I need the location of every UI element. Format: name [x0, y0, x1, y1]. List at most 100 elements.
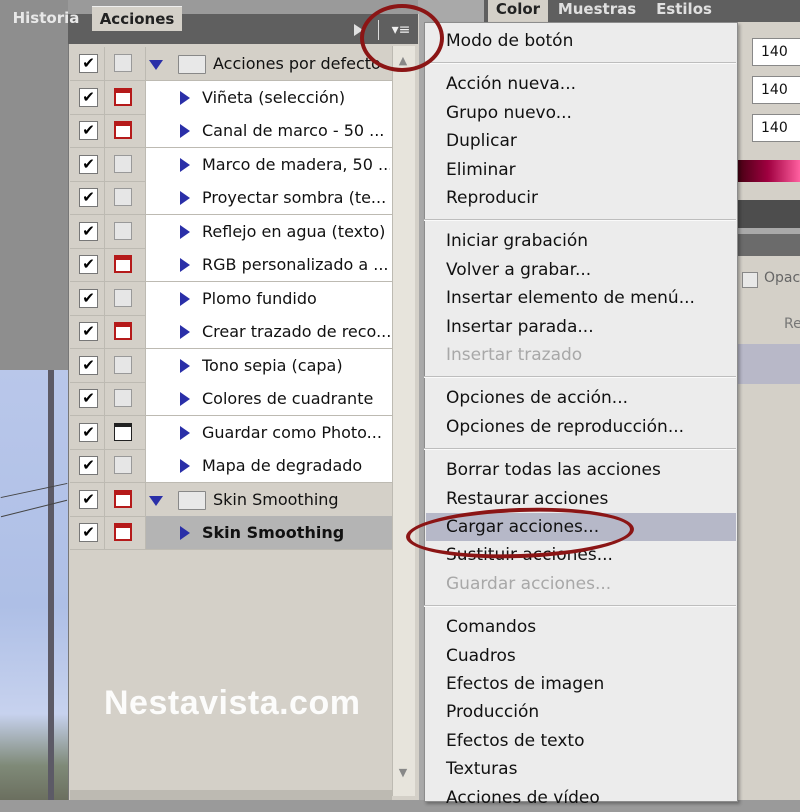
menu-item[interactable]: Opciones de reproducción...	[446, 413, 684, 441]
expand-arrow-icon[interactable]	[180, 258, 190, 272]
toggle-item-checkbox[interactable]: ✔	[79, 87, 98, 107]
dialog-toggle-icon[interactable]	[114, 322, 132, 340]
dialog-toggle-icon[interactable]	[114, 154, 132, 173]
actions-scrollbar[interactable]	[392, 46, 415, 796]
tab-acciones[interactable]: Acciones	[92, 6, 182, 31]
menu-item[interactable]: Efectos de texto	[446, 727, 584, 755]
toggle-item-checkbox[interactable]: ✔	[79, 154, 98, 174]
menu-item[interactable]: Iniciar grabación	[446, 227, 588, 255]
toggle-item-checkbox[interactable]: ✔	[79, 489, 98, 509]
expand-arrow-icon[interactable]	[149, 60, 163, 70]
panel-header	[736, 200, 800, 228]
expand-arrow-icon[interactable]	[180, 191, 190, 205]
menu-item[interactable]: Volver a grabar...	[446, 256, 591, 284]
menu-item[interactable]: Modo de botón	[446, 27, 573, 55]
menu-item[interactable]: Eliminar	[446, 156, 516, 184]
expand-arrow-icon[interactable]	[180, 459, 190, 473]
dialog-toggle-icon[interactable]	[114, 221, 132, 240]
menu-item[interactable]: Insertar elemento de menú...	[446, 284, 695, 312]
action-row[interactable]: ✔ Plomo fundido	[70, 281, 392, 316]
dialog-toggle-icon[interactable]	[114, 355, 132, 374]
expand-arrow-icon[interactable]	[180, 392, 190, 406]
action-label: Plomo fundido	[202, 288, 317, 308]
menu-item[interactable]: Duplicar	[446, 127, 517, 155]
expand-arrow-icon[interactable]	[180, 291, 190, 306]
dialog-toggle-icon[interactable]	[114, 54, 132, 72]
color-value-b[interactable]: 140	[752, 114, 800, 142]
menu-item[interactable]: Acciones de vídeo	[446, 784, 600, 812]
action-row[interactable]: ✔ Reflejo en agua (texto)	[70, 214, 392, 249]
action-label: Reflejo en agua (texto)	[202, 221, 386, 241]
menu-item[interactable]: Grupo nuevo...	[446, 99, 572, 127]
toggle-item-checkbox[interactable]: ✔	[79, 422, 98, 442]
action-row[interactable]: ✔ Marco de madera, 50 ...	[70, 147, 392, 182]
dialog-toggle-icon[interactable]	[114, 523, 132, 541]
action-row[interactable]: ✔ Mapa de degradado	[70, 449, 392, 483]
expand-arrow-icon[interactable]	[180, 224, 190, 239]
expand-arrow-icon[interactable]	[180, 90, 190, 105]
action-row[interactable]: ✔ Canal de marco - 50 ...	[70, 114, 392, 148]
expand-arrow-icon[interactable]	[180, 526, 190, 540]
action-set-row[interactable]: ✔ Skin Smoothing	[70, 482, 392, 517]
dialog-toggle-icon[interactable]	[114, 456, 132, 474]
action-row[interactable]: ✔ RGB personalizado a ...	[70, 248, 392, 282]
menu-item[interactable]: Cuadros	[446, 642, 516, 670]
menu-item[interactable]: Reproducir	[446, 184, 538, 212]
dialog-toggle-icon[interactable]	[114, 422, 132, 441]
tab-estilos[interactable]: Estilos	[650, 0, 718, 22]
toggle-item-checkbox[interactable]: ✔	[79, 121, 98, 140]
scroll-down-arrow-icon[interactable]: ▼	[394, 764, 412, 782]
dialog-toggle-icon[interactable]	[114, 255, 132, 273]
dialog-toggle-icon[interactable]	[114, 489, 132, 508]
expand-arrow-icon[interactable]	[180, 157, 190, 172]
menu-item[interactable]: Acción nueva...	[446, 70, 576, 98]
expand-arrow-icon[interactable]	[180, 325, 190, 339]
tab-muestras[interactable]: Muestras	[552, 0, 642, 22]
toggle-item-checkbox[interactable]: ✔	[79, 288, 98, 308]
expand-arrow-icon[interactable]	[180, 425, 190, 440]
color-value-g[interactable]: 140	[752, 76, 800, 104]
toggle-item-checkbox[interactable]: ✔	[79, 389, 98, 408]
toggle-item-checkbox[interactable]: ✔	[79, 322, 98, 341]
action-row[interactable]: ✔ Viñeta (selección)	[70, 80, 392, 115]
action-label: Marco de madera, 50 ...	[202, 154, 390, 174]
action-label: Guardar como Photo...	[202, 422, 382, 442]
dialog-toggle-icon[interactable]	[114, 288, 132, 307]
action-row[interactable]: ✔ Tono sepia (capa)	[70, 348, 392, 383]
action-row[interactable]: ✔ Guardar como Photo...	[70, 415, 392, 450]
color-value-r[interactable]: 140	[752, 38, 800, 66]
menu-item[interactable]: Opciones de acción...	[446, 384, 628, 412]
dialog-toggle-icon[interactable]	[114, 188, 132, 206]
action-row[interactable]: ✔ Skin Smoothing	[70, 516, 392, 550]
toggle-item-checkbox[interactable]: ✔	[79, 523, 98, 542]
menu-item[interactable]: Texturas	[446, 755, 517, 783]
lock-checkbox[interactable]	[742, 272, 758, 288]
toggle-item-checkbox[interactable]: ✔	[79, 255, 98, 274]
workspace-background	[0, 0, 68, 370]
menu-item[interactable]: Borrar todas las acciones	[446, 456, 661, 484]
layer-row[interactable]	[736, 344, 800, 384]
menu-item[interactable]: Comandos	[446, 613, 536, 641]
menu-item[interactable]: Insertar parada...	[446, 313, 594, 341]
action-row[interactable]: ✔ Crear trazado de reco...	[70, 315, 392, 349]
expand-arrow-icon[interactable]	[180, 358, 190, 373]
action-row[interactable]: ✔ Proyectar sombra (te...	[70, 181, 392, 215]
action-set-row[interactable]: ✔ Acciones por defecto	[70, 47, 392, 81]
action-row[interactable]: ✔ Colores de cuadrante	[70, 382, 392, 416]
menu-item[interactable]: Efectos de imagen	[446, 670, 604, 698]
color-ramp[interactable]	[736, 160, 800, 182]
dialog-toggle-icon[interactable]	[114, 87, 132, 106]
expand-arrow-icon[interactable]	[180, 124, 190, 138]
toggle-item-checkbox[interactable]: ✔	[79, 221, 98, 241]
toggle-item-checkbox[interactable]: ✔	[79, 188, 98, 207]
tab-color[interactable]: Color	[488, 0, 548, 22]
tab-historia[interactable]: Historia	[6, 6, 86, 30]
dialog-toggle-icon[interactable]	[114, 389, 132, 407]
menu-item[interactable]: Producción	[446, 698, 539, 726]
expand-arrow-icon[interactable]	[149, 495, 163, 506]
toggle-item-checkbox[interactable]: ✔	[79, 456, 98, 475]
toggle-item-checkbox[interactable]: ✔	[79, 54, 98, 73]
action-label: Proyectar sombra (te...	[202, 188, 387, 207]
toggle-item-checkbox[interactable]: ✔	[79, 355, 98, 375]
dialog-toggle-icon[interactable]	[114, 121, 132, 139]
